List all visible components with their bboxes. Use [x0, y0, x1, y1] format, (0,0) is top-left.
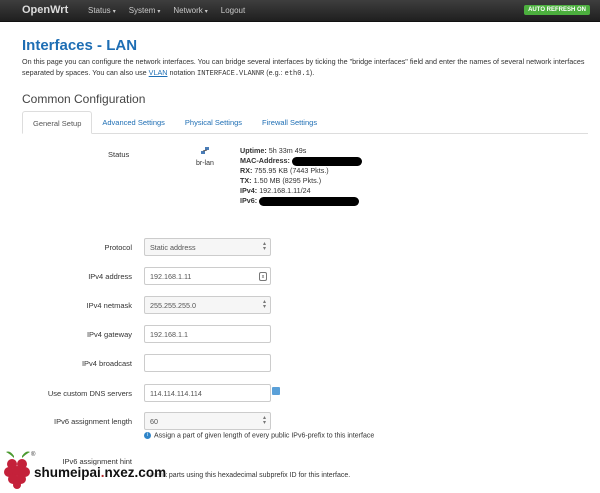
- uptime-line: Uptime: 5h 33m 49s: [240, 146, 362, 156]
- config-tabs: General Setup Advanced Settings Physical…: [22, 111, 588, 134]
- select-arrows-icon: ▴ ▾: [262, 241, 266, 252]
- ipv4-broadcast-input[interactable]: [144, 354, 271, 372]
- protocol-value: Static address: [150, 243, 196, 252]
- ipv6-length-value: 60: [150, 417, 158, 426]
- nav-status-menu[interactable]: Status ▾: [88, 6, 116, 15]
- protocol-label: Protocol: [104, 243, 132, 252]
- status-details: Uptime: 5h 33m 49s MAC-Address: RX: 755.…: [240, 146, 362, 206]
- ipv4-address-input[interactable]: 192.168.1.11 x: [144, 267, 271, 285]
- mac-redaction: [291, 156, 362, 166]
- auto-refresh-toggle[interactable]: AUTO REFRESH ON: [524, 5, 590, 15]
- desc-text-4: ).: [309, 68, 315, 77]
- ipv4-address-row: IPv4 address 192.168.1.11 x: [0, 267, 600, 289]
- uptime-key: Uptime:: [240, 146, 267, 155]
- ipv6-length-row: IPv6 assignment length 60 ▴ ▾: [0, 412, 600, 434]
- wm-main: shumeipai: [34, 465, 101, 480]
- nav-menu: Status ▾ System ▾ Network ▾ Logout: [88, 6, 258, 15]
- select-arrows-icon: ▴ ▾: [262, 415, 266, 426]
- protocol-row: Protocol Static address ▴ ▾: [0, 238, 600, 260]
- site-watermark: ® shumeipai.nxez.com: [0, 440, 190, 493]
- nav-network-label: Network: [173, 6, 203, 15]
- mac-key: MAC-Address:: [240, 156, 290, 165]
- select-arrows-icon: ▴ ▾: [262, 299, 266, 310]
- brand-logo[interactable]: OpenWrt: [22, 4, 68, 16]
- rx-value: 755.95 KB (7443 Pkts.): [254, 166, 329, 175]
- ipv4-gateway-value: 192.168.1.1: [150, 330, 188, 339]
- ipv4-broadcast-label: IPv4 broadcast: [81, 359, 132, 368]
- tx-key: TX:: [240, 176, 252, 185]
- status-label: Status: [108, 150, 130, 159]
- dns-input[interactable]: 114.114.114.114: [144, 384, 271, 402]
- chevron-down-icon: ▾: [112, 9, 116, 15]
- mac-line: MAC-Address:: [240, 156, 362, 166]
- ipv4-address-value: 192.168.1.11: [150, 272, 192, 281]
- protocol-select[interactable]: Static address ▴ ▾: [144, 238, 271, 256]
- ipv6-length-select[interactable]: 60 ▴ ▾: [144, 412, 271, 430]
- page-description: On this page you can configure the netwo…: [22, 56, 587, 80]
- ipv4-netmask-label: IPv4 netmask: [86, 301, 132, 310]
- dns-value: 114.114.114.114: [150, 389, 202, 398]
- ipv4-key: IPv4:: [240, 186, 258, 195]
- nav-status-label: Status: [88, 6, 111, 15]
- tab-general-setup[interactable]: General Setup: [22, 111, 93, 134]
- chevron-down-icon: ▾: [204, 9, 208, 15]
- ipv4-value: 192.168.1.11/24: [259, 186, 311, 195]
- ipv4-netmask-value: 255.255.255.0: [150, 301, 196, 310]
- ipv6-line: IPv6:: [240, 196, 362, 206]
- tx-value: 1.50 MB (8295 Pkts.): [253, 176, 322, 185]
- desc-text-2: notation: [167, 68, 198, 77]
- vlan-link[interactable]: VLAN: [149, 68, 168, 77]
- wm-tail: nxez.com: [104, 465, 167, 480]
- nav-system-menu[interactable]: System ▾: [129, 6, 161, 15]
- clear-field-icon[interactable]: x: [259, 272, 267, 281]
- rx-line: RX: 755.95 KB (7443 Pkts.): [240, 166, 362, 176]
- desc-code-1: INTERFACE.VLANNR: [197, 70, 265, 78]
- ipv6-redaction: [259, 196, 360, 206]
- ipv6-length-hint: i Assign a part of given length of every …: [144, 432, 374, 439]
- nav-logout-link[interactable]: Logout: [221, 6, 245, 15]
- ipv4-address-label: IPv4 address: [88, 272, 132, 281]
- ipv4-line: IPv4: 192.168.1.11/24: [240, 186, 362, 196]
- ipv6-length-hint-text: Assign a part of given length of every p…: [154, 432, 375, 440]
- nav-system-label: System: [128, 6, 156, 15]
- ipv4-gateway-label: IPv4 gateway: [86, 330, 132, 339]
- network-interface-icon: [200, 146, 210, 158]
- tab-physical-settings[interactable]: Physical Settings: [175, 111, 252, 134]
- desc-text-3: (e.g.:: [264, 68, 285, 77]
- tab-firewall-settings[interactable]: Firewall Settings: [252, 111, 327, 134]
- ipv4-broadcast-row: IPv4 broadcast: [0, 354, 600, 376]
- dns-row: Use custom DNS servers 114.114.114.114: [0, 384, 600, 406]
- ipv4-netmask-row: IPv4 netmask 255.255.255.0 ▴ ▾: [0, 296, 600, 318]
- add-dns-icon[interactable]: [272, 387, 280, 395]
- ipv6-key: IPv6:: [240, 196, 258, 205]
- tx-line: TX: 1.50 MB (8295 Pkts.): [240, 176, 362, 186]
- info-icon: i: [144, 432, 151, 439]
- ipv4-gateway-row: IPv4 gateway 192.168.1.1: [0, 325, 600, 347]
- watermark-text: shumeipai.nxez.com: [34, 465, 167, 480]
- desc-code-2: eth0.1: [284, 70, 310, 78]
- section-title: Common Configuration: [22, 92, 146, 106]
- nav-network-menu[interactable]: Network ▾: [173, 6, 207, 15]
- ipv6-length-label: IPv6 assignment length: [54, 417, 132, 426]
- dns-label: Use custom DNS servers: [47, 389, 132, 398]
- rx-key: RX:: [240, 166, 253, 175]
- tab-advanced-settings[interactable]: Advanced Settings: [92, 111, 175, 134]
- ipv4-gateway-input[interactable]: 192.168.1.1: [144, 325, 271, 343]
- ipv4-netmask-select[interactable]: 255.255.255.0 ▴ ▾: [144, 296, 271, 314]
- top-navbar: OpenWrt Status ▾ System ▾ Network ▾ Logout …: [0, 0, 600, 22]
- registered-mark: ®: [31, 452, 36, 458]
- page-title: Interfaces - LAN: [22, 37, 138, 54]
- nav-logout-label: Logout: [220, 6, 246, 15]
- interface-name: br-lan: [196, 160, 214, 167]
- uptime-value: 5h 33m 49s: [268, 146, 307, 155]
- chevron-down-icon: ▾: [157, 9, 161, 15]
